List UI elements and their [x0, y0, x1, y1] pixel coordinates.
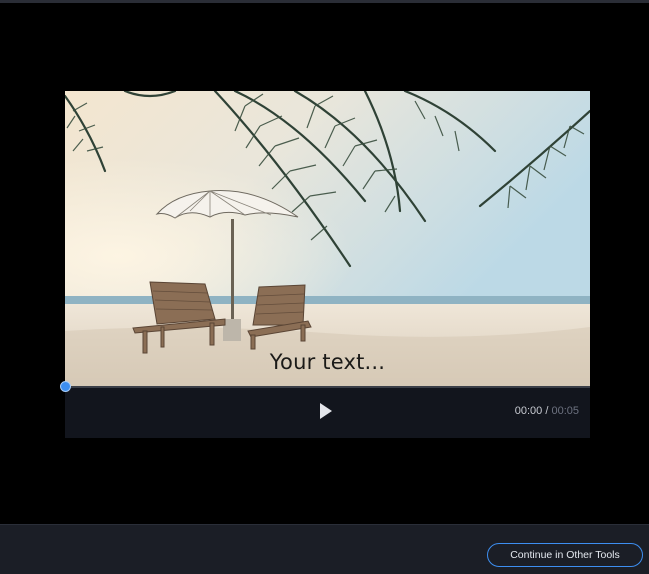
progress-handle[interactable] [60, 381, 71, 392]
time-display: 00:00 / 00:05 [515, 405, 579, 417]
player-controls: 00:00 / 00:05 [60, 381, 590, 438]
caption-text-overlay[interactable]: Your text... [65, 350, 590, 374]
video-preview[interactable]: Your text... [65, 91, 590, 387]
current-time: 00:00 [514, 405, 543, 417]
play-icon[interactable] [319, 403, 333, 419]
video-player: Your text... 00:00 / 00:05 [60, 91, 590, 438]
bottom-bar: Continue in Other Tools [0, 524, 649, 574]
progress-bar[interactable] [60, 381, 590, 392]
top-bar [0, 0, 649, 3]
beach-scene-image [65, 91, 590, 387]
continue-in-other-tools-button[interactable]: Continue in Other Tools [487, 543, 643, 567]
total-time: 00:05 [551, 405, 579, 417]
